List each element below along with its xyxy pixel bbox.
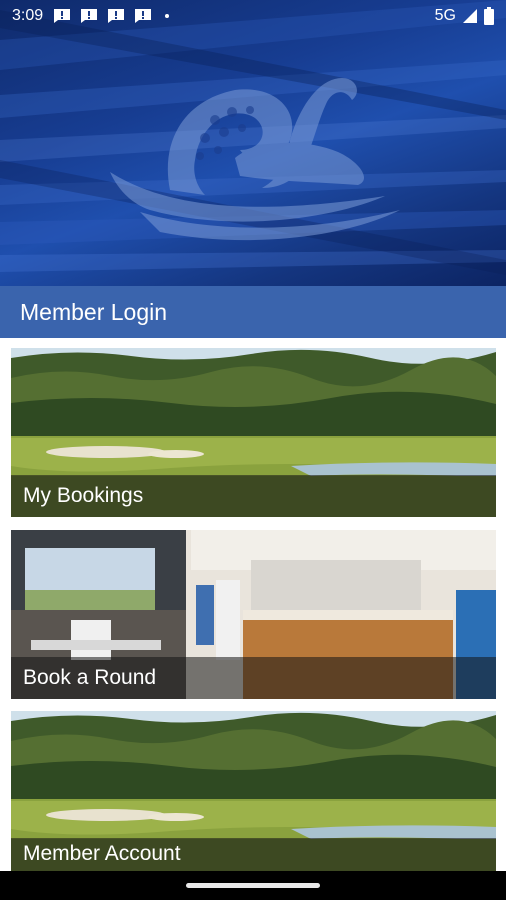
my-bookings-card[interactable]: My Bookings [11, 348, 496, 517]
message-icon [80, 8, 98, 24]
book-a-round-label: Book a Round [23, 666, 157, 689]
message-icon [134, 8, 152, 24]
message-icon [107, 8, 125, 24]
network-type: 5G [434, 7, 456, 24]
signal-icon [463, 9, 477, 23]
member-account-label: Member Account [23, 842, 181, 865]
status-bar: 3:09 5G [0, 0, 506, 32]
status-time: 3:09 [12, 7, 44, 24]
app-screen: 3:09 5G Member Login My Bookings Book a … [0, 0, 506, 900]
title-band: Member Login [0, 286, 506, 338]
card-caption: Book a Round [11, 657, 496, 699]
status-right: 5G [435, 7, 494, 25]
home-handle[interactable] [186, 883, 320, 888]
header-banner: 3:09 5G [0, 0, 506, 286]
book-a-round-card[interactable]: Book a Round [11, 530, 496, 699]
battery-icon [484, 7, 494, 25]
member-account-card[interactable]: Member Account [11, 711, 496, 871]
swan-golf-ball-logo [110, 78, 400, 241]
navigation-bar [0, 871, 506, 900]
card-caption: My Bookings [11, 475, 496, 517]
my-bookings-label: My Bookings [23, 484, 144, 507]
card-caption: Member Account [11, 838, 496, 871]
dot-icon [165, 14, 170, 18]
page-title: Member Login [20, 298, 168, 325]
message-icon [53, 8, 71, 24]
